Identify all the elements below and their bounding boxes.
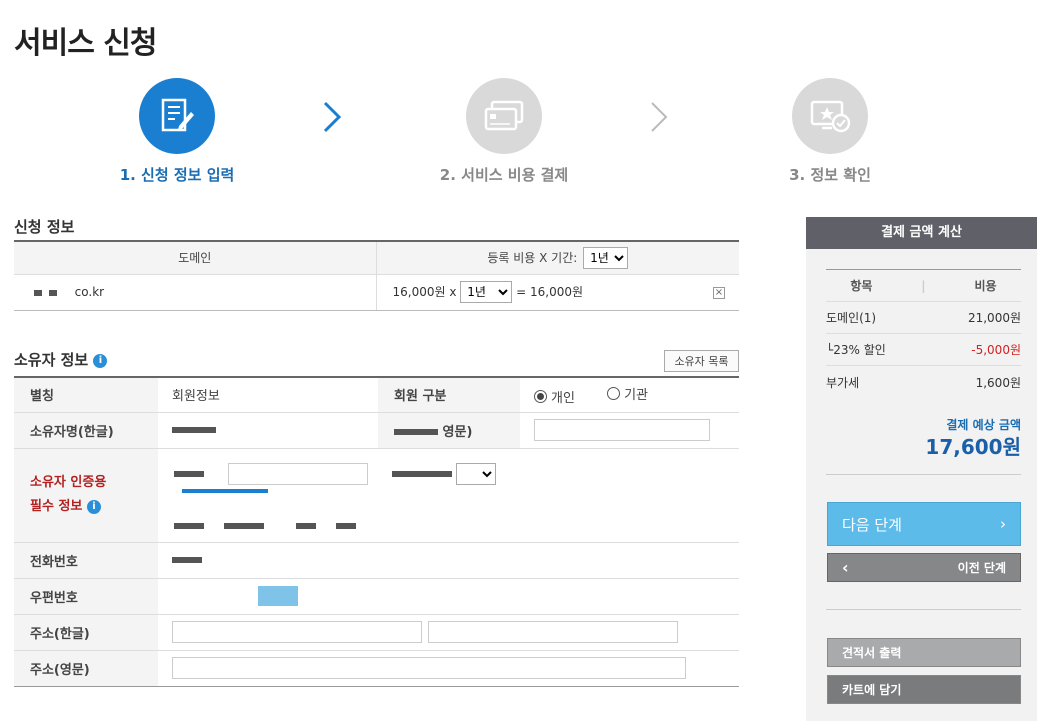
owner-list-button[interactable]: 소유자 목록	[664, 350, 739, 372]
cost-row: └23% 할인 -5,000원	[826, 334, 1021, 366]
prev-step-label: 이전 단계	[957, 561, 1006, 575]
name-en-label-text: 영문)	[442, 424, 473, 440]
col-fee: 등록 비용 X 기간: 1년	[375, 241, 739, 275]
member-type-label: 회원 구분	[378, 377, 520, 413]
quote-print-button[interactable]: 견적서 출력	[827, 638, 1021, 667]
period-header-select[interactable]: 1년	[583, 246, 629, 269]
total-value: 17,600원	[925, 435, 1021, 459]
apply-section-title: 신청 정보	[14, 218, 75, 236]
unit-price: 16,000원 x	[392, 285, 457, 299]
radio-empty-icon	[607, 386, 621, 400]
owner-section-label: 소유자 정보	[14, 351, 89, 369]
cost-row: 부가세 1,600원	[826, 366, 1021, 398]
credit-card-icon	[466, 78, 542, 154]
period-select[interactable]: 1년	[460, 281, 513, 303]
nickname-label: 별칭	[14, 377, 158, 413]
next-step-button[interactable]: 다음 단계 ›	[827, 502, 1021, 546]
remove-icon[interactable]: ×	[713, 286, 725, 299]
cert-field[interactable]	[228, 463, 369, 485]
form-edit-icon	[139, 78, 215, 154]
step-3: 3. 정보 확인	[750, 78, 910, 185]
addr-ko-input-2[interactable]	[428, 621, 679, 643]
redacted-text	[34, 289, 42, 296]
redacted-text	[224, 523, 265, 529]
step-3-label: 3. 정보 확인	[789, 166, 871, 184]
cost-table: 항목 | 비용 도메인(1) 21,000원 └23% 할인 -5,000원 부…	[826, 269, 1021, 398]
step-2: 2. 서비스 비용 결제	[424, 78, 584, 185]
row-total: = 16,000원	[516, 285, 584, 299]
zip-label: 우편번호	[14, 578, 158, 615]
col-item: 항목	[850, 279, 873, 293]
cost-header: 항목 | 비용	[826, 270, 1021, 302]
cost-item-name: └23% 할인	[826, 343, 886, 357]
addr-en-label: 주소(영문)	[14, 650, 158, 687]
cost-item-value: 1,600원	[975, 375, 1021, 390]
redacted-text	[48, 289, 57, 296]
redacted-text	[174, 523, 204, 529]
cost-row: 도메인(1) 21,000원	[826, 302, 1021, 334]
chevron-right-icon: ›	[1000, 515, 1006, 533]
cost-item-value: 21,000원	[967, 311, 1021, 325]
info-icon[interactable]: i	[93, 353, 108, 368]
step-arrow-icon	[323, 101, 342, 133]
table-row: co.kr 16,000원 x 1년 = 16,000원 ×	[14, 274, 739, 311]
radio-personal[interactable]: 개인	[534, 387, 575, 406]
nickname-value: 회원정보	[158, 377, 378, 413]
next-step-label: 다음 단계	[842, 515, 902, 534]
cost-item-name: 부가세	[826, 375, 860, 390]
step-1: 1. 신청 정보 입력	[97, 78, 257, 185]
apply-table: 도메인 등록 비용 X 기간: 1년 co.kr 16,000원 x 1년 = …	[14, 240, 739, 311]
chevron-left-icon: ‹	[842, 558, 849, 577]
redacted-text	[172, 427, 216, 433]
col-domain: 도메인	[14, 241, 376, 275]
addr-ko-label: 주소(한글)	[14, 614, 158, 651]
phone-label: 전화번호	[14, 542, 158, 579]
name-ko-label: 소유자명(한글)	[14, 412, 158, 449]
owner-table: 별칭 회원정보 회원 구분 개인 기관 소유자명(한글) 영문) 소유자 인증용…	[14, 376, 739, 687]
divider	[826, 474, 1021, 475]
name-en-input[interactable]	[534, 419, 710, 441]
cert-info-cell	[158, 448, 739, 543]
redacted-text	[172, 557, 202, 563]
col-cost: 비용	[974, 279, 997, 293]
radio-org-label: 기관	[624, 387, 648, 403]
domain-name: co.kr	[74, 285, 105, 299]
payment-sidebar: 결제 금액 계산 항목 | 비용 도메인(1) 21,000원 └23% 할인 …	[806, 217, 1037, 721]
divider	[826, 609, 1021, 610]
addr-ko-input-1[interactable]	[172, 621, 422, 643]
redacted-text	[174, 471, 204, 477]
info-icon[interactable]: i	[86, 499, 101, 514]
sidebar-title: 결제 금액 계산	[806, 217, 1037, 249]
cert-label-line2: 필수 정보	[30, 499, 83, 514]
step-2-label: 2. 서비스 비용 결제	[439, 166, 569, 184]
cert-select[interactable]	[456, 462, 497, 485]
col-fee-label: 등록 비용 X 기간:	[487, 250, 578, 265]
owner-section-title: 소유자 정보 i	[14, 349, 108, 370]
redacted-text	[394, 429, 438, 435]
step-1-label: 1. 신청 정보 입력	[119, 166, 235, 184]
name-en-label: 영문)	[378, 412, 520, 449]
radio-org[interactable]: 기관	[607, 384, 648, 403]
redacted-text	[336, 523, 357, 529]
cost-item-value: -5,000원	[971, 343, 1021, 357]
radio-personal-label: 개인	[551, 390, 575, 406]
redacted-text	[296, 523, 317, 529]
step-arrow-icon	[651, 102, 668, 132]
page-title: 서비스 신청	[14, 26, 157, 61]
addr-en-input[interactable]	[172, 657, 686, 679]
prev-step-button[interactable]: ‹ 이전 단계	[827, 553, 1021, 582]
cert-label: 소유자 인증용 필수 정보 i	[14, 448, 158, 543]
add-to-cart-button[interactable]: 카트에 담기	[827, 675, 1021, 704]
redacted-link	[182, 488, 268, 493]
redacted-text	[392, 471, 453, 477]
radio-selected-icon	[534, 389, 547, 403]
cert-label-line1: 소유자 인증용	[30, 475, 107, 490]
cost-item-name: 도메인(1)	[826, 311, 877, 325]
monitor-check-icon	[792, 78, 868, 154]
zip-search-button[interactable]	[258, 586, 298, 606]
